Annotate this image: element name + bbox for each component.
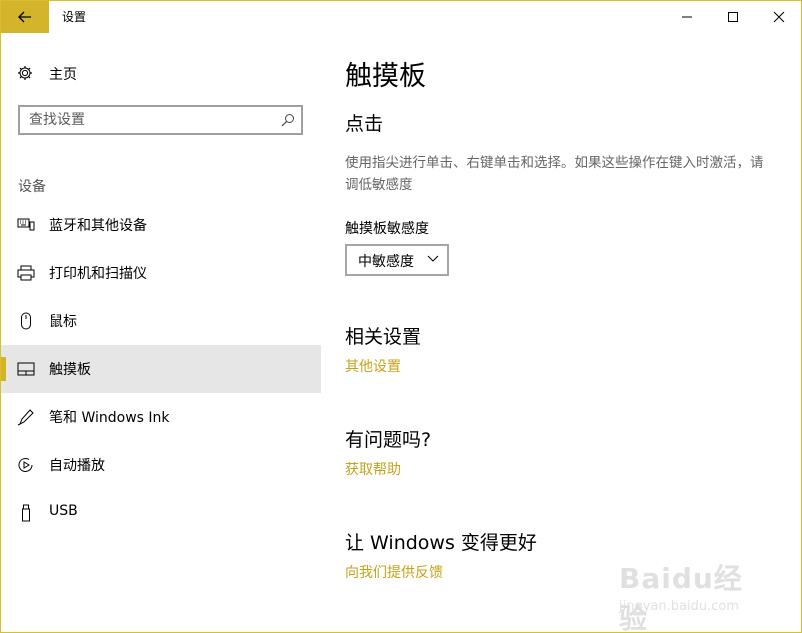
section-title-click: 点击 (345, 113, 384, 135)
sidebar-item-home[interactable]: 主页 (1, 59, 321, 87)
maximize-icon (728, 12, 738, 22)
sidebar-item-label: 触摸板 (49, 362, 91, 378)
sidebar-item-pen[interactable]: 笔和 Windows Ink (1, 393, 321, 441)
sidebar-item-label: 打印机和扫描仪 (49, 266, 147, 282)
section-label-devices: 设备 (18, 179, 46, 195)
chevron-down-icon (427, 255, 439, 262)
minimize-button[interactable] (664, 1, 710, 33)
close-button[interactable] (756, 1, 801, 33)
back-arrow-icon (18, 11, 31, 23)
home-label: 主页 (49, 67, 77, 83)
sidebar-item-label: 笔和 Windows Ink (49, 410, 170, 426)
sensitivity-value: 中敏感度 (358, 254, 414, 270)
mouse-icon (21, 312, 31, 330)
sidebar: 主页 设备 蓝牙和其他设备 打印机和扫描仪 (1, 33, 321, 632)
sensitivity-label: 触摸板敏感度 (345, 221, 429, 237)
page-title: 触摸板 (345, 61, 426, 92)
search-input[interactable] (29, 110, 269, 130)
sidebar-item-label: USB (49, 503, 78, 519)
watermark-url: jingyan.baidu.com (619, 599, 739, 614)
get-help-link[interactable]: 获取帮助 (345, 459, 401, 479)
section-title-related: 相关设置 (345, 326, 422, 348)
sidebar-item-bluetooth[interactable]: 蓝牙和其他设备 (1, 201, 321, 249)
baidu-watermark: Baidu经验 jingyan.baidu.com (609, 549, 769, 632)
click-description: 使用指尖进行单击、右键单击和选择。如果这些操作在键入时激活，请调低敏感度 (345, 155, 764, 193)
sidebar-item-autoplay[interactable]: 自动播放 (1, 441, 321, 489)
pen-icon (17, 409, 34, 426)
sidebar-item-mouse[interactable]: 鼠标 (1, 297, 321, 345)
maximize-button[interactable] (710, 1, 756, 33)
autoplay-icon (18, 457, 33, 472)
search-icon[interactable] (281, 113, 295, 127)
usb-icon (22, 504, 30, 522)
other-settings-link[interactable]: 其他设置 (345, 356, 401, 376)
close-icon (773, 11, 785, 23)
sidebar-item-touchpad[interactable]: 触摸板 (1, 345, 321, 393)
window-title: 设置 (62, 10, 87, 24)
watermark-logo: Baidu经验 (619, 562, 743, 633)
settings-window: 设置 主页 设备 (0, 0, 802, 633)
bluetooth-devices-icon (17, 218, 35, 231)
minimize-icon (682, 16, 692, 18)
feedback-link[interactable]: 向我们提供反馈 (345, 562, 443, 582)
sidebar-item-label: 自动播放 (49, 458, 105, 474)
back-button[interactable] (1, 1, 49, 33)
sidebar-item-label: 蓝牙和其他设备 (49, 218, 147, 234)
title-bar: 设置 (1, 1, 801, 33)
sidebar-item-label: 鼠标 (49, 314, 77, 330)
sensitivity-dropdown[interactable]: 中敏感度 (345, 244, 449, 276)
printer-icon (17, 265, 35, 281)
gear-icon (18, 66, 32, 80)
touchpad-icon (17, 362, 35, 376)
section-title-help: 有问题吗? (345, 429, 432, 451)
selection-indicator (1, 357, 6, 381)
sidebar-item-usb[interactable]: USB (1, 489, 321, 537)
search-box[interactable] (18, 105, 303, 135)
section-title-feedback: 让 Windows 变得更好 (345, 532, 537, 554)
main-content: 触摸板 点击 使用指尖进行单击、右键单击和选择。如果这些操作在键入时激活，请调低… (345, 33, 785, 632)
sidebar-item-printers[interactable]: 打印机和扫描仪 (1, 249, 321, 297)
